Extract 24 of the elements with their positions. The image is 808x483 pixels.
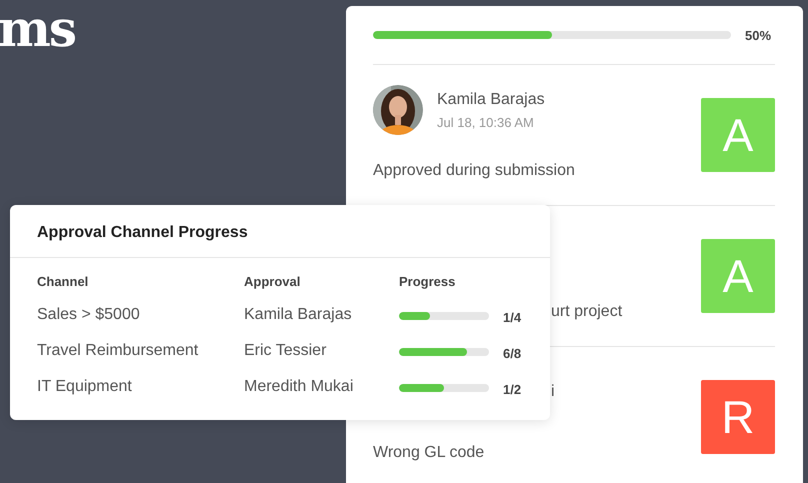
approver-name: Meredith Mukai: [244, 378, 354, 397]
approval-comment: urt project: [551, 303, 622, 321]
channel-name: Travel Reimbursement: [37, 342, 200, 361]
approver-name: Kamila Barajas: [437, 90, 545, 108]
approver-name: Eric Tessier: [244, 342, 328, 361]
approver-name: i: [551, 383, 555, 401]
progress-percentage: 50%: [745, 28, 772, 42]
headline: ms: [0, 4, 76, 54]
approval-date: Jul 18, 10:36 AM: [437, 114, 535, 130]
status-badge: R: [701, 380, 775, 454]
approver-name: Kamila Barajas: [244, 306, 353, 325]
progress-count: 1/4: [503, 311, 522, 324]
approval-comment: Approved during submission: [373, 162, 575, 180]
progress-count: 1/2: [503, 383, 522, 396]
approval-comment: Wrong GL code: [373, 444, 486, 462]
column-header: Progress: [399, 274, 456, 291]
channel-name: IT Equipment: [37, 378, 133, 397]
column-header: Approval: [244, 274, 302, 291]
panel-title: Approval Channel Progress: [10, 205, 550, 258]
status-badge: A: [701, 98, 775, 172]
column-header: Channel: [37, 274, 90, 291]
progress-count: 6/8: [503, 347, 522, 360]
status-badge: A: [701, 239, 775, 313]
channel-name: Sales > $5000: [37, 306, 141, 325]
